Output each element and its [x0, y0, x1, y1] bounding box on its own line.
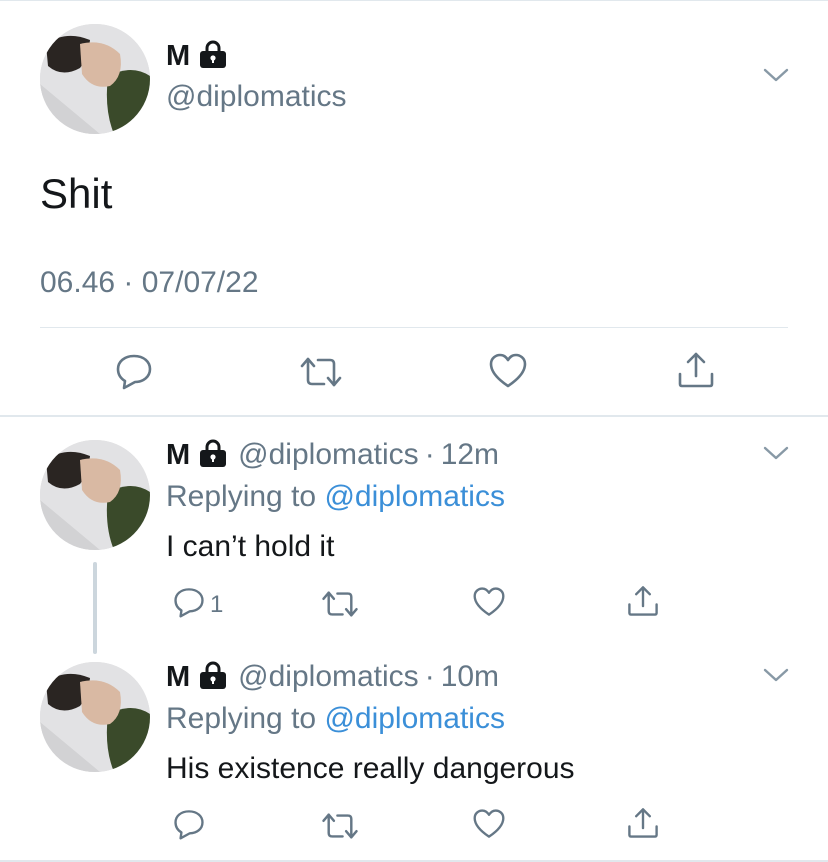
- chevron-down-icon[interactable]: [762, 444, 790, 467]
- retweet-button[interactable]: [298, 354, 344, 395]
- author-handle[interactable]: @diplomatics: [238, 438, 419, 472]
- like-button[interactable]: [472, 586, 506, 623]
- separator-dot: ·: [424, 438, 435, 471]
- author-handle[interactable]: @diplomatics: [166, 80, 347, 114]
- retweet-icon: [298, 354, 344, 395]
- tweet-text: His existence really dangerous: [166, 752, 575, 785]
- share-button[interactable]: [626, 584, 660, 623]
- relative-time[interactable]: 10m: [441, 660, 499, 694]
- like-button[interactable]: [488, 352, 528, 395]
- replying-to-line: Replying to @diplomatics: [166, 702, 505, 736]
- author-name-row: M @diplomatics · 12m: [166, 438, 499, 472]
- reply-icon: [172, 586, 206, 623]
- reply-tweet[interactable]: M @diplomatics · 10m Replying to @diplom…: [0, 640, 828, 860]
- tweet-text: Shit: [40, 170, 113, 217]
- author-name[interactable]: M: [166, 661, 190, 694]
- lock-icon: [198, 661, 228, 694]
- like-icon: [472, 586, 506, 623]
- reply-count: 1: [210, 590, 224, 618]
- reply-button[interactable]: [172, 808, 206, 845]
- tweet-timestamp[interactable]: 06.46 · 07/07/22: [40, 266, 259, 300]
- reply-button[interactable]: 1: [172, 586, 223, 623]
- share-icon: [626, 806, 660, 845]
- replying-to-line: Replying to @diplomatics: [166, 480, 505, 514]
- chevron-down-icon[interactable]: [762, 66, 790, 89]
- chevron-down-icon[interactable]: [762, 666, 790, 689]
- separator-dot: ·: [424, 660, 435, 693]
- retweet-button[interactable]: [320, 810, 360, 847]
- avatar[interactable]: [40, 440, 150, 550]
- avatar[interactable]: [40, 24, 150, 134]
- replying-to-link[interactable]: @diplomatics: [324, 480, 505, 513]
- like-icon: [488, 352, 528, 395]
- lock-icon: [198, 439, 228, 472]
- avatar[interactable]: [40, 662, 150, 772]
- retweet-button[interactable]: [320, 588, 360, 625]
- author-name-row: M @diplomatics · 10m: [166, 660, 499, 694]
- retweet-icon: [320, 588, 360, 625]
- author-name[interactable]: M: [166, 439, 190, 472]
- share-icon: [676, 350, 716, 395]
- replying-to-label: Replying to: [166, 480, 325, 513]
- like-button[interactable]: [472, 808, 506, 845]
- reply-icon: [114, 352, 154, 395]
- action-divider: [40, 327, 788, 328]
- like-icon: [472, 808, 506, 845]
- share-button[interactable]: [676, 350, 716, 395]
- author-name-row: M: [166, 40, 228, 73]
- replying-to-label: Replying to: [166, 702, 325, 735]
- author-name[interactable]: M: [166, 40, 190, 73]
- share-icon: [626, 584, 660, 623]
- lock-icon: [198, 40, 228, 73]
- author-handle[interactable]: @diplomatics: [238, 660, 419, 694]
- relative-time[interactable]: 12m: [441, 438, 499, 472]
- reply-tweet[interactable]: M @diplomatics · 12m Replying to @diplom…: [0, 418, 828, 638]
- share-button[interactable]: [626, 806, 660, 845]
- replying-to-link[interactable]: @diplomatics: [324, 702, 505, 735]
- retweet-icon: [320, 810, 360, 847]
- reply-button[interactable]: [114, 352, 154, 395]
- tweet-text: I can’t hold it: [166, 530, 335, 563]
- reply-icon: [172, 808, 206, 845]
- main-tweet[interactable]: M @diplomatics Shit 06.46 · 07/07/22: [0, 0, 828, 417]
